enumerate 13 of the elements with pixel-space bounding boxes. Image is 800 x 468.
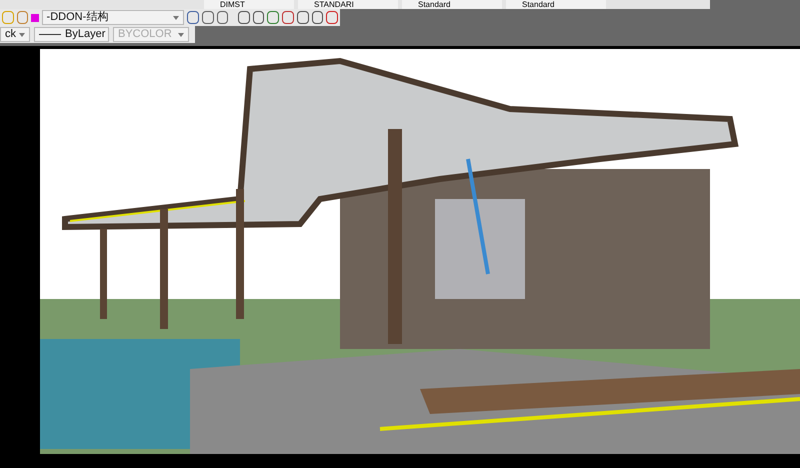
lineweight-label: ByLayer (65, 29, 106, 40)
caret-icon (173, 16, 180, 20)
text-style-dropdown[interactable]: STANDARI (298, 0, 398, 9)
table-style-dropdown[interactable]: Standard (402, 0, 502, 9)
layer-color-swatch (31, 14, 39, 22)
dimension-style-dropdown[interactable]: DIMST (204, 0, 294, 9)
layer-dropdown[interactable]: -DDON-结构 (42, 10, 184, 25)
multileader-style-dropdown[interactable]: Standard (506, 0, 606, 9)
caret-icon (19, 32, 25, 36)
caret-icon (178, 32, 184, 36)
linetype-dropdown[interactable]: ck (0, 27, 30, 42)
lineweight-dropdown[interactable]: ByLayer (34, 27, 109, 42)
line-sample (39, 34, 61, 35)
